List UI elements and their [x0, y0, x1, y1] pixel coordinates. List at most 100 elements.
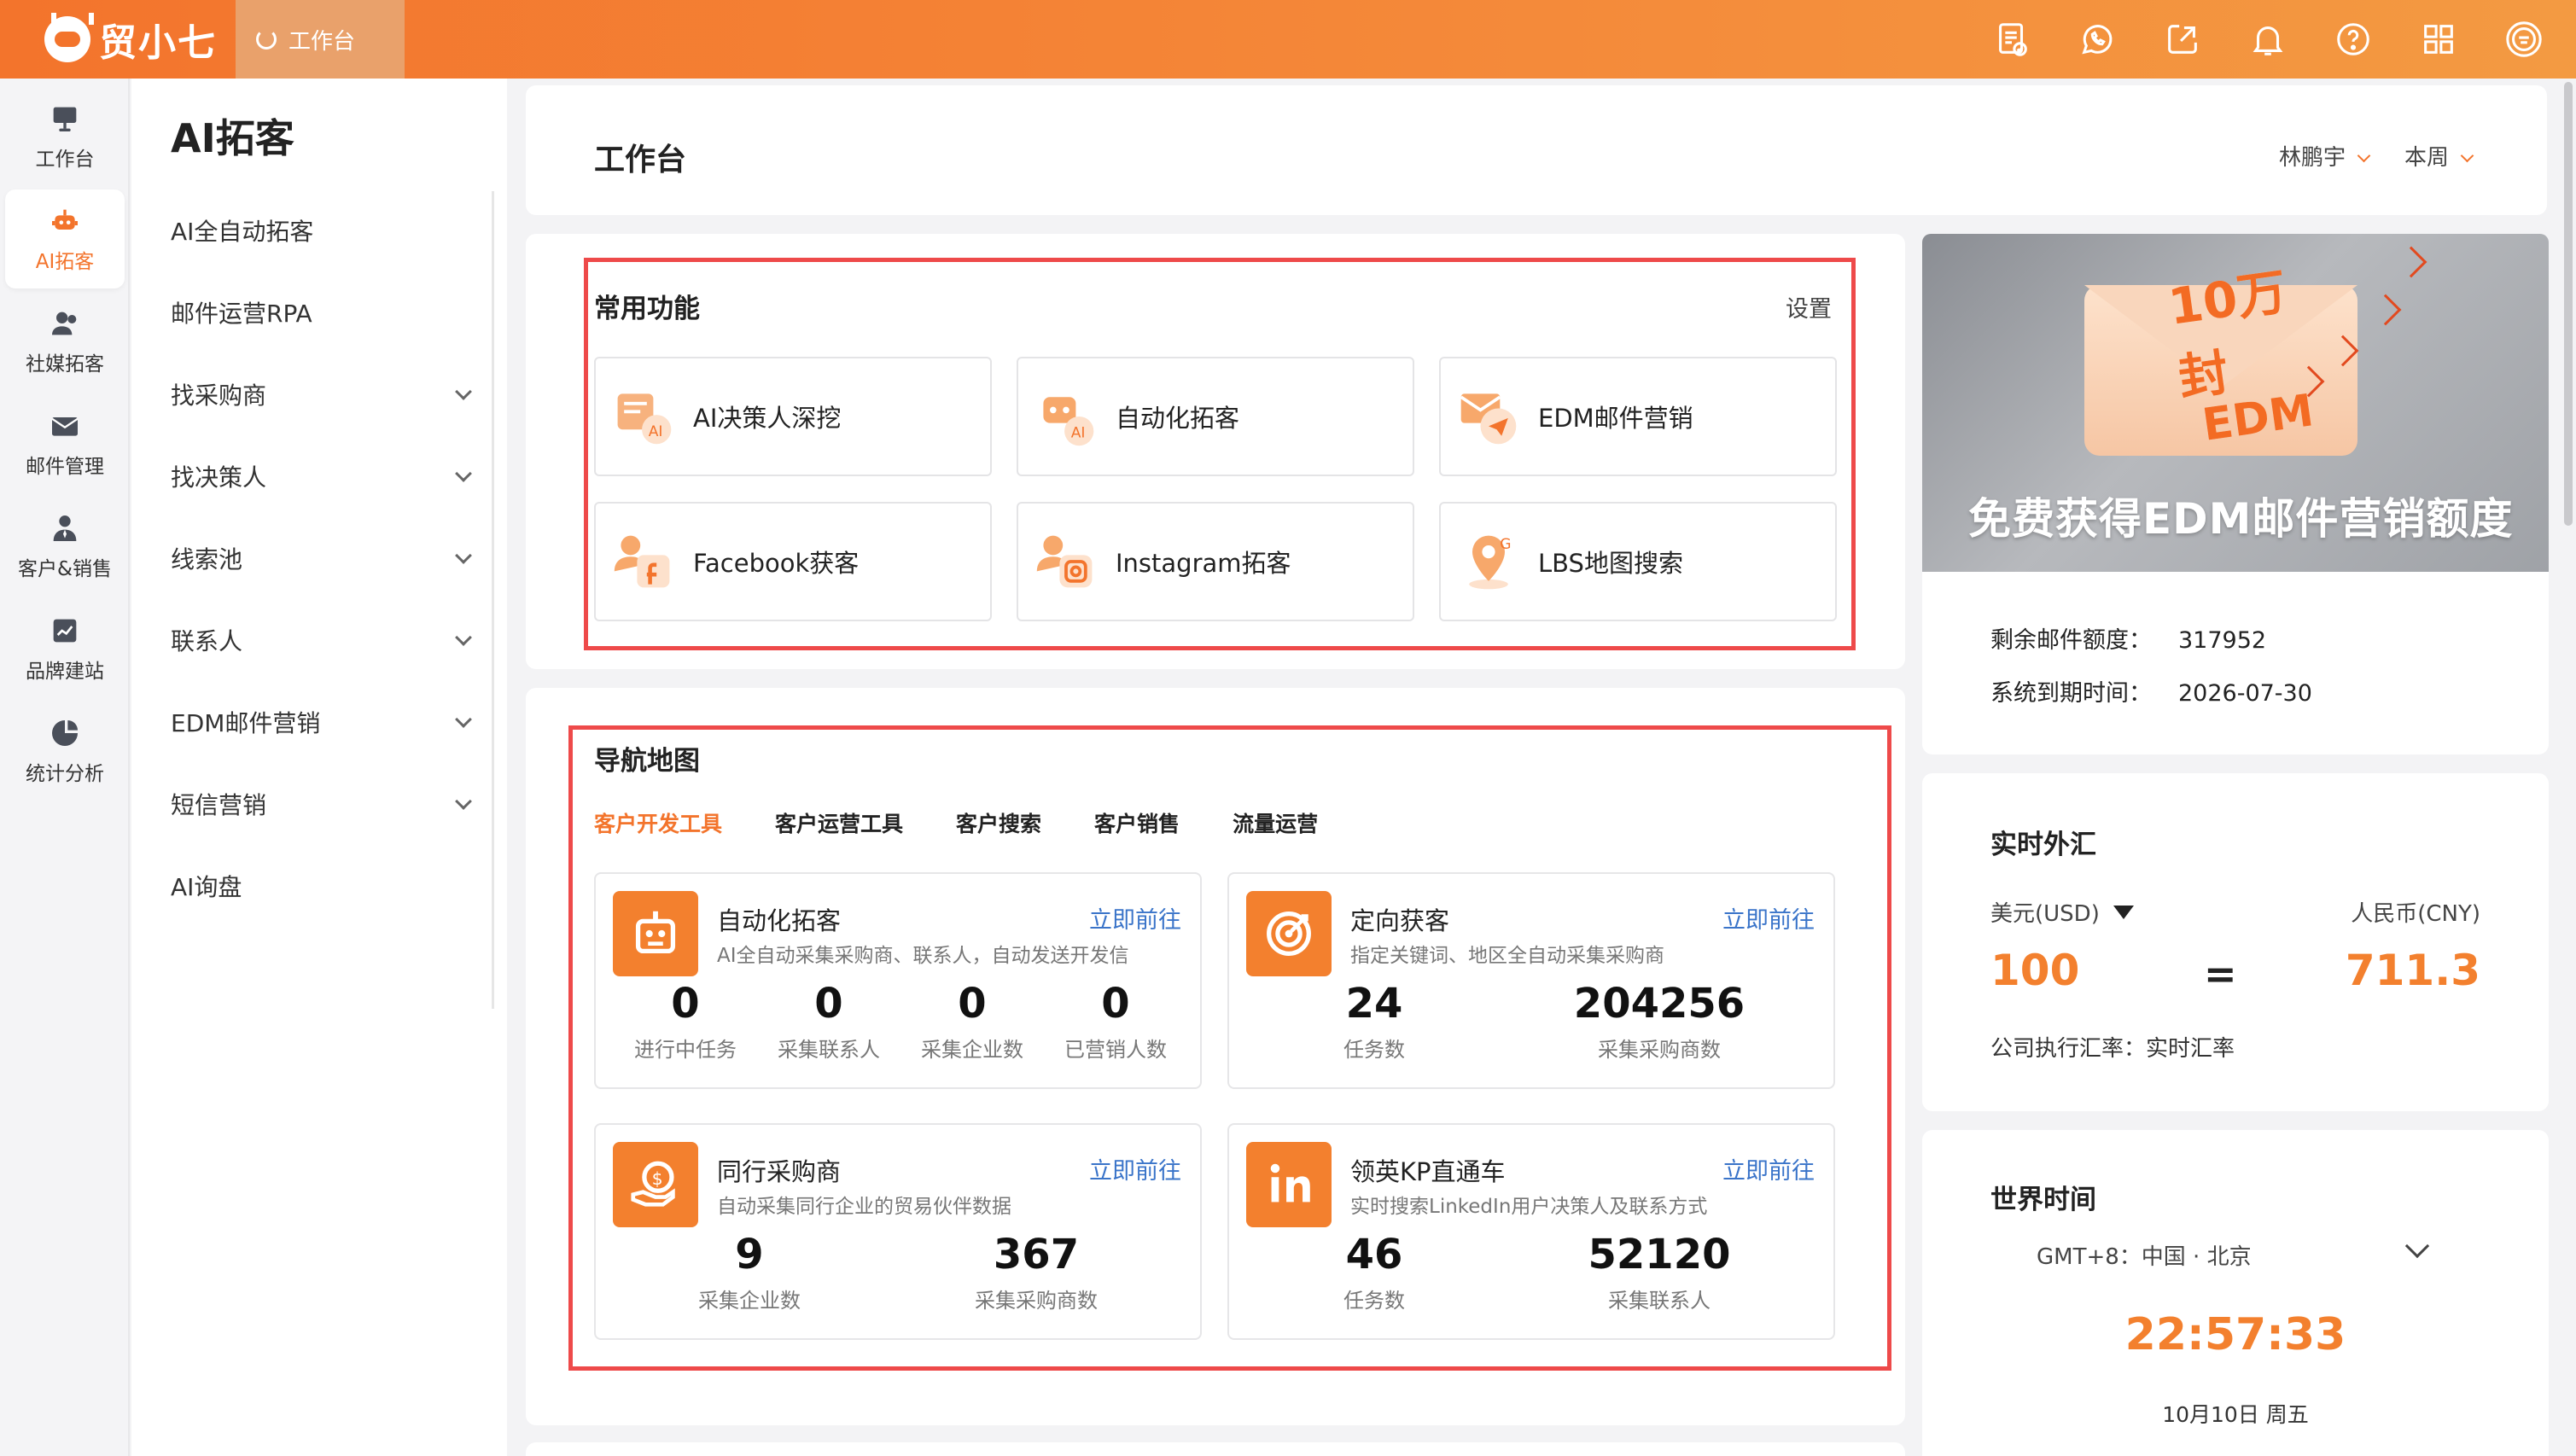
fx-title: 实时外汇	[1990, 830, 2096, 860]
person-tie-icon	[53, 515, 77, 541]
rail-label: 工作台	[35, 149, 95, 171]
svg-text:$: $	[652, 1168, 663, 1189]
nav-item-ai-inquiry[interactable]: AI询盘	[171, 869, 469, 903]
nav-item-sms[interactable]: 短信营销	[171, 787, 472, 821]
stat: 0 采集企业数	[900, 980, 1045, 1063]
bell-icon[interactable]	[2247, 18, 2289, 61]
help-icon[interactable]	[2332, 18, 2375, 61]
nav-label: 线索池	[171, 545, 243, 574]
rail-item-customers[interactable]: 客户&销售	[5, 497, 125, 596]
tab-traffic-ops[interactable]: 流量运营	[1233, 807, 1318, 838]
linkedin-icon	[1246, 1142, 1332, 1227]
tool-desc: 指定关键词、地区全自动采集采购商	[1350, 945, 1664, 967]
nav-item-contacts[interactable]: 联系人	[171, 623, 472, 657]
navmap-tabs: 客户开发工具 客户运营工具 客户搜索 客户销售 流量运营	[594, 807, 1318, 838]
rail-item-social[interactable]: 社媒拓客	[5, 292, 125, 391]
nav-item-lead-pool[interactable]: 线索池	[171, 541, 472, 575]
rail-item-stats[interactable]: 统计分析	[5, 702, 125, 801]
fx-note: 公司执行汇率：实时汇率	[1990, 1036, 2235, 1062]
chevron-down-icon	[455, 793, 472, 810]
quick-item-edm[interactable]: EDM邮件营销	[1439, 357, 1837, 476]
stat-value: 0	[1101, 980, 1130, 1028]
navmap-title: 导航地图	[594, 746, 700, 777]
tool-card-linkedin-kp: 领英KP直通车 立即前往 实时搜索LinkedIn用户决策人及联系方式 46 任务…	[1227, 1123, 1835, 1340]
period-filter[interactable]: 本周	[2404, 140, 2474, 172]
quick-item-label: Facebook获客	[693, 549, 860, 578]
nav-item-edm[interactable]: EDM邮件营销	[171, 705, 472, 739]
fx-from-select[interactable]: 美元(USD)	[1990, 896, 2134, 928]
tab-customer-sales[interactable]: 客户销售	[1094, 807, 1180, 838]
tab-customer-search[interactable]: 客户搜索	[956, 807, 1041, 838]
svg-text:AI: AI	[649, 423, 663, 440]
go-link[interactable]: 立即前往	[1089, 901, 1181, 935]
tool-name: 自动化拓客	[717, 906, 842, 935]
quick-item-auto-prospect[interactable]: AI 自动化拓客	[1017, 357, 1414, 476]
share-icon[interactable]	[2161, 18, 2204, 61]
nav-label: 邮件运营RPA	[171, 300, 312, 328]
stat: 24 任务数	[1246, 980, 1502, 1063]
timezone-chevron-icon[interactable]	[2404, 1233, 2430, 1259]
stat: 204256 采集采购商数	[1514, 980, 1804, 1063]
world-time-card: 世界时间 GMT+8：中国 · 北京 22:57:33 10月10日 周五	[1922, 1130, 2549, 1456]
map-pin-icon: G	[1469, 535, 1512, 590]
go-link[interactable]: 立即前往	[1722, 1152, 1815, 1185]
quick-title: 常用功能	[594, 294, 700, 324]
fx-from-value[interactable]: 100	[1990, 946, 2079, 995]
document-check-icon[interactable]	[1990, 18, 2033, 61]
side-nav-scrollbar[interactable]	[492, 191, 494, 1009]
rail-label: 品牌建站	[26, 661, 104, 683]
stat-value: 52120	[1588, 1231, 1731, 1278]
svg-text:AI: AI	[1071, 425, 1086, 442]
stat-value: 0	[671, 980, 700, 1028]
paper-plane-icon	[2395, 246, 2427, 278]
stat: 46 任务数	[1246, 1231, 1502, 1313]
apps-grid-icon[interactable]	[2417, 18, 2460, 61]
rail-item-workspace[interactable]: 工作台	[5, 87, 125, 186]
nav-label: AI全自动拓客	[171, 218, 314, 246]
tab-customer-ops[interactable]: 客户运营工具	[775, 807, 903, 838]
nav-item-find-decision-makers[interactable]: 找决策人	[171, 459, 472, 493]
go-link[interactable]: 立即前往	[1089, 1152, 1181, 1185]
user-avatar-icon[interactable]	[2503, 18, 2545, 61]
user-filter[interactable]: 林鹏宇	[2279, 140, 2371, 172]
refresh-icon[interactable]	[256, 29, 277, 50]
fx-from-label: 美元(USD)	[1990, 901, 2100, 927]
stat-label: 采集采购商数	[975, 1289, 1098, 1313]
rail-item-ai-prospecting[interactable]: AI拓客	[5, 189, 125, 288]
edm-banner[interactable]: 10万封 EDM 免费获得EDM邮件营销额度	[1922, 234, 2549, 572]
top-bar: 贸小七 工作台	[0, 0, 2576, 79]
tab-customer-dev[interactable]: 客户开发工具	[594, 807, 722, 838]
quick-item-ai-decision[interactable]: AI AI决策人深挖	[594, 357, 992, 476]
whatsapp-icon[interactable]	[2076, 18, 2118, 61]
tab-workspace[interactable]: 工作台	[236, 0, 405, 79]
side-nav-title: AI拓客	[171, 115, 294, 161]
monitor-icon	[53, 107, 77, 131]
chevron-down-icon	[2460, 149, 2474, 163]
nav-label: EDM邮件营销	[171, 709, 321, 737]
fx-card: 实时外汇 美元(USD) 人民币(CNY) 100 = 711.3 公司执行汇率…	[1922, 773, 2549, 1111]
stat-label: 采集企业数	[921, 1038, 1023, 1062]
svg-text:G: G	[1500, 536, 1511, 553]
robot-icon	[613, 891, 698, 976]
chevron-down-icon	[455, 547, 472, 564]
nav-item-mail-rpa[interactable]: 邮件运营RPA	[171, 295, 469, 329]
mail-send-icon	[1460, 393, 1517, 445]
instagram-icon	[1036, 535, 1093, 588]
quick-item-instagram[interactable]: Instagram拓客	[1017, 502, 1414, 621]
rail-item-mail[interactable]: 邮件管理	[5, 394, 125, 493]
system-expiry: 系统到期时间： 2026-07-30	[1990, 674, 2312, 708]
quota-remaining: 剩余邮件额度： 317952	[1990, 621, 2266, 655]
seal-line-1: 10万封	[2165, 262, 2291, 408]
go-link[interactable]: 立即前往	[1722, 901, 1815, 935]
app-name: 贸小七	[99, 21, 217, 65]
clock-date: 10月10日 周五	[2162, 1402, 2309, 1427]
page-scrollbar[interactable]	[2564, 82, 2573, 526]
quick-item-lbs[interactable]: G LBS地图搜索	[1439, 502, 1837, 621]
quick-settings-link[interactable]: 设置	[1786, 290, 1832, 323]
quick-item-facebook[interactable]: Facebook获客	[594, 502, 992, 621]
nav-item-find-buyers[interactable]: 找采购商	[171, 377, 472, 411]
nav-item-ai-auto[interactable]: AI全自动拓客	[171, 213, 469, 248]
app-logo[interactable]: 贸小七	[44, 12, 217, 67]
chevron-down-icon	[455, 383, 472, 400]
rail-item-site[interactable]: 品牌建站	[5, 599, 125, 698]
